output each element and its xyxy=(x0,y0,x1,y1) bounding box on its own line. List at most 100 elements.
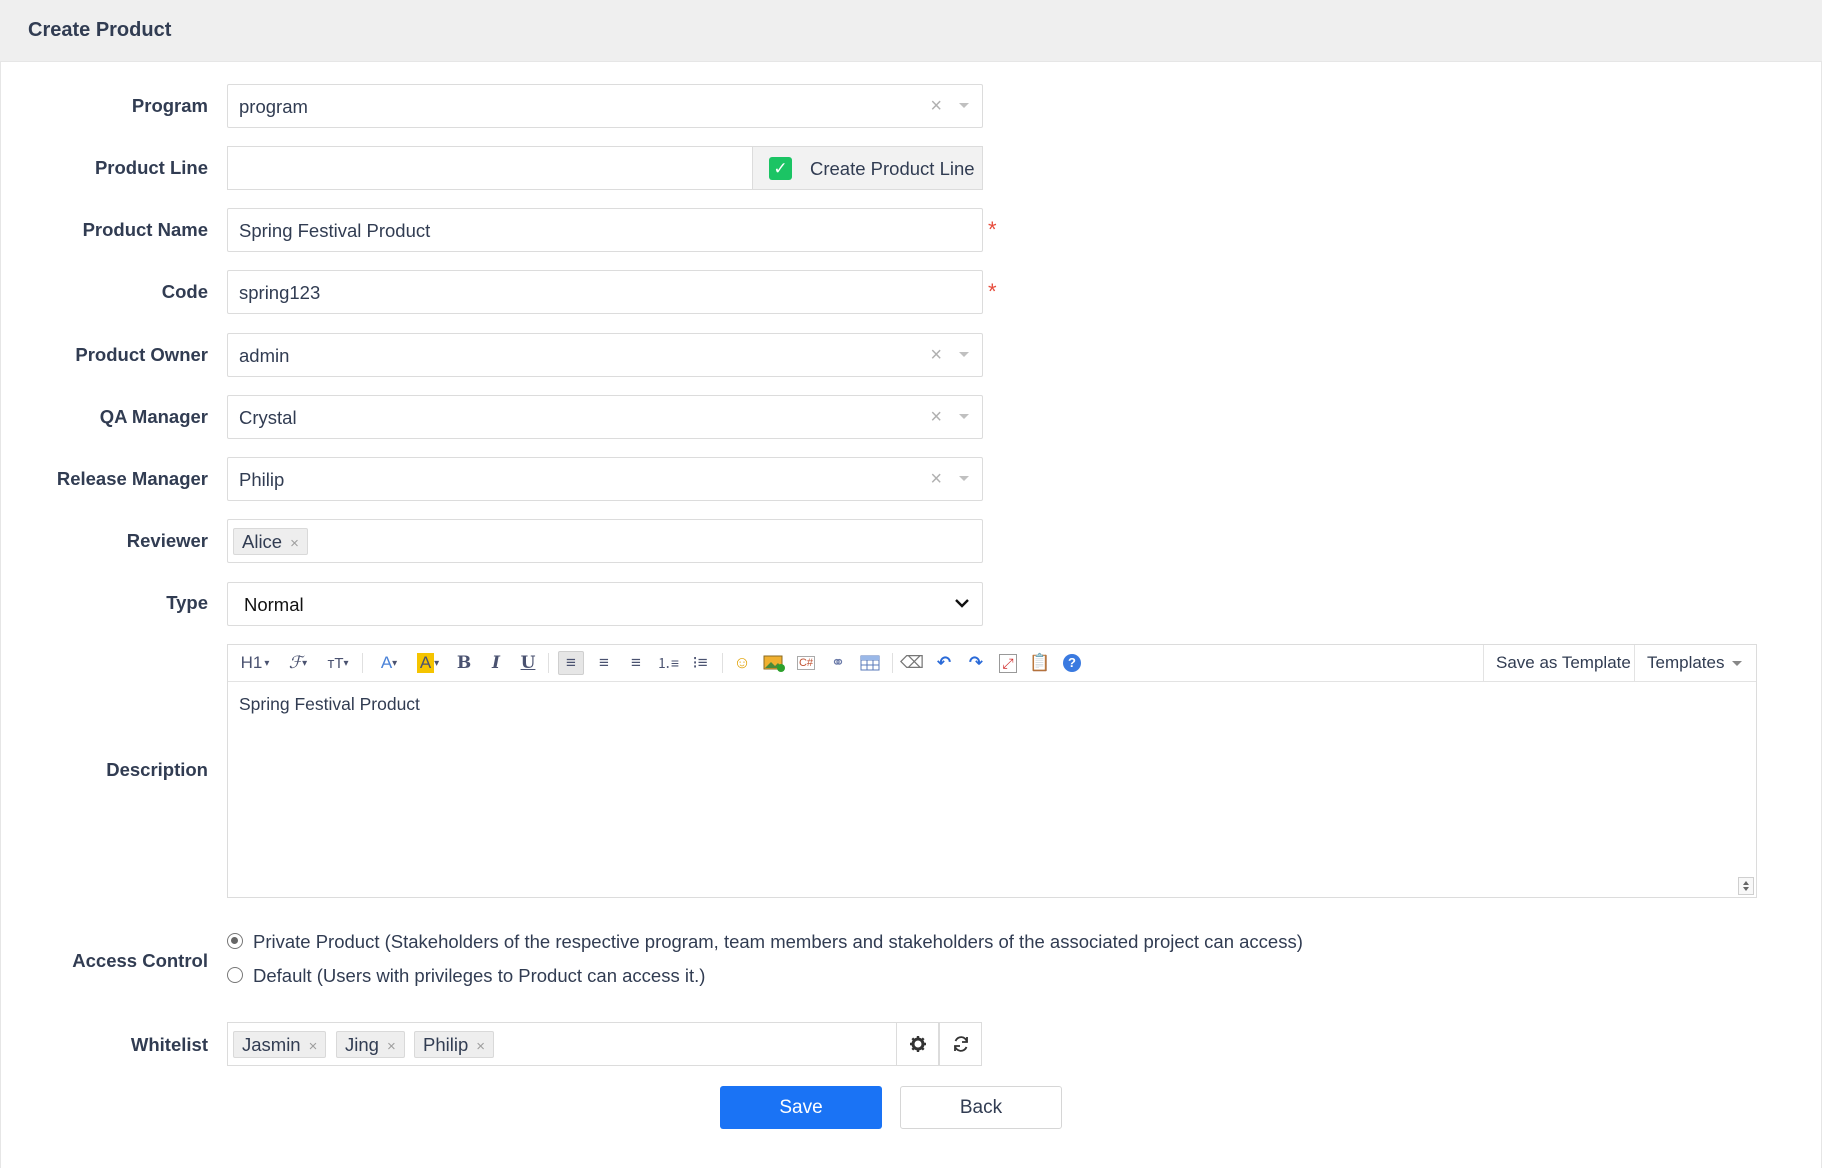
ordered-list-icon[interactable]: ⒈≡ xyxy=(656,651,680,675)
templates-label: Templates xyxy=(1647,653,1725,672)
dropdown-caret-icon xyxy=(959,352,969,357)
toolbar-separator xyxy=(892,653,893,673)
whitelist-settings-button[interactable] xyxy=(896,1022,939,1066)
release-manager-value: Philip xyxy=(239,469,285,490)
product-owner-select[interactable]: admin × xyxy=(227,333,983,377)
whitelist-chip: Jasmin × xyxy=(233,1031,327,1058)
access-default-label: Default (Users with privileges to Produc… xyxy=(253,965,706,986)
clear-icon[interactable]: × xyxy=(930,468,942,491)
required-marker: * xyxy=(988,217,997,242)
whitelist-chip: Jing × xyxy=(336,1031,405,1058)
chip-label: Jasmin xyxy=(242,1034,301,1055)
product-line-input[interactable] xyxy=(227,146,752,190)
highlight-color-icon[interactable]: A ▾ xyxy=(413,651,443,675)
whitelist-multiselect[interactable]: Jasmin × Jing × Philip × xyxy=(227,1022,897,1066)
redo-icon[interactable]: ↷ xyxy=(964,651,988,675)
font-family-icon[interactable]: ℱ ▾ xyxy=(284,651,312,675)
link-icon[interactable]: ⚭ xyxy=(826,651,850,675)
product-name-label: Product Name xyxy=(82,219,208,240)
whitelist-label: Whitelist xyxy=(130,1034,208,1055)
access-private-label: Private Product (Stakeholders of the res… xyxy=(253,931,1303,952)
code-input[interactable]: spring123 xyxy=(227,270,983,314)
clear-icon[interactable]: × xyxy=(930,344,942,367)
create-product-line-addon[interactable]: ✓ Create Product Line xyxy=(752,146,983,190)
type-label: Type xyxy=(166,592,208,613)
qa-manager-label: QA Manager xyxy=(99,406,208,427)
remove-chip-icon[interactable]: × xyxy=(309,1038,318,1055)
reviewer-multiselect[interactable]: Alice × xyxy=(227,519,983,563)
product-owner-value: admin xyxy=(239,345,290,366)
clear-icon[interactable]: × xyxy=(930,95,942,118)
product-owner-label: Product Owner xyxy=(75,344,208,365)
qa-manager-select[interactable]: Crystal × xyxy=(227,395,983,439)
qa-manager-value: Crystal xyxy=(239,407,297,428)
table-icon[interactable] xyxy=(858,651,882,675)
chip-label: Philip xyxy=(423,1034,469,1055)
toolbar-separator xyxy=(722,653,723,673)
chevron-down-icon xyxy=(955,599,969,608)
code-icon[interactable]: C# xyxy=(794,651,818,675)
code-label: Code xyxy=(161,281,208,302)
align-right-icon[interactable]: ≡ xyxy=(624,651,648,675)
description-content[interactable]: Spring Festival Product xyxy=(239,694,420,715)
dropdown-caret-icon xyxy=(959,103,969,108)
program-select[interactable]: program × xyxy=(227,84,983,128)
access-default-radio[interactable] xyxy=(227,967,243,983)
program-value: program xyxy=(239,96,308,117)
underline-icon[interactable]: U xyxy=(517,651,539,675)
undo-icon[interactable]: ↶ xyxy=(932,651,956,675)
templates-dropdown[interactable]: Templates xyxy=(1634,645,1754,681)
dropdown-caret-icon xyxy=(1732,661,1743,667)
back-button[interactable]: Back xyxy=(900,1086,1062,1129)
italic-icon[interactable]: I xyxy=(485,651,507,675)
eraser-icon[interactable]: ⌫ xyxy=(900,651,924,675)
create-product-line-checkbox[interactable]: ✓ xyxy=(769,157,792,180)
align-left-icon[interactable]: ≡ xyxy=(558,651,584,675)
align-center-icon[interactable]: ≡ xyxy=(592,651,616,675)
release-manager-label: Release Manager xyxy=(56,468,208,489)
help-icon[interactable]: ? xyxy=(1060,651,1084,675)
image-icon[interactable] xyxy=(762,651,786,675)
editor-toolbar: H1 ▾ ℱ ▾ тT ▾ A ▾ A ▾ B I U ≡ ≡ ≡ ⒈≡ ⁝≡ ☺ C# … xyxy=(228,645,1756,682)
chip-label: Jing xyxy=(345,1034,379,1055)
page-title: Create Product xyxy=(28,19,172,41)
heading-label: H1 xyxy=(240,653,263,672)
font-color-icon[interactable]: A ▾ xyxy=(375,651,403,675)
whitelist-chip: Philip × xyxy=(414,1031,495,1058)
source-code-icon[interactable]: 📋 xyxy=(1028,651,1052,675)
access-control-label: Access Control xyxy=(72,950,208,971)
program-label: Program xyxy=(131,95,208,116)
release-manager-select[interactable]: Philip × xyxy=(227,457,983,501)
required-marker: * xyxy=(988,279,997,304)
gear-icon xyxy=(909,1036,926,1052)
chip-label: Alice xyxy=(242,531,283,552)
reviewer-chip: Alice × xyxy=(233,528,308,555)
description-editor[interactable]: H1 ▾ ℱ ▾ тT ▾ A ▾ A ▾ B I U ≡ ≡ ≡ ⒈≡ ⁝≡ ☺ C# … xyxy=(227,644,1757,898)
access-private-radio[interactable] xyxy=(227,933,243,949)
whitelist-refresh-button[interactable] xyxy=(939,1022,982,1066)
type-select[interactable]: Normal xyxy=(227,582,983,626)
fullscreen-icon[interactable]: ⤢ xyxy=(996,651,1020,675)
emoji-icon[interactable]: ☺ xyxy=(730,651,754,675)
remove-chip-icon[interactable]: × xyxy=(387,1038,396,1055)
dropdown-caret-icon xyxy=(959,414,969,419)
code-value: spring123 xyxy=(239,282,321,303)
toolbar-separator xyxy=(362,653,363,673)
reviewer-label: Reviewer xyxy=(126,530,208,551)
save-button[interactable]: Save xyxy=(720,1086,882,1129)
create-product-page: Create Product Program program × Product… xyxy=(0,0,1822,1168)
product-name-input[interactable]: Spring Festival Product xyxy=(227,208,983,252)
clear-icon[interactable]: × xyxy=(930,406,942,429)
resize-handle-icon[interactable] xyxy=(1738,877,1754,895)
product-name-value: Spring Festival Product xyxy=(239,220,431,241)
remove-chip-icon[interactable]: × xyxy=(290,535,299,552)
heading-button[interactable]: H1 ▾ xyxy=(238,651,272,675)
refresh-icon xyxy=(953,1036,968,1052)
font-size-icon[interactable]: тT ▾ xyxy=(323,651,353,675)
product-line-label: Product Line xyxy=(94,157,208,178)
unordered-list-icon[interactable]: ⁝≡ xyxy=(688,651,712,675)
dropdown-caret-icon xyxy=(959,476,969,481)
bold-icon[interactable]: B xyxy=(453,651,475,675)
save-as-template-button[interactable]: Save as Template xyxy=(1483,645,1643,681)
remove-chip-icon[interactable]: × xyxy=(476,1038,485,1055)
